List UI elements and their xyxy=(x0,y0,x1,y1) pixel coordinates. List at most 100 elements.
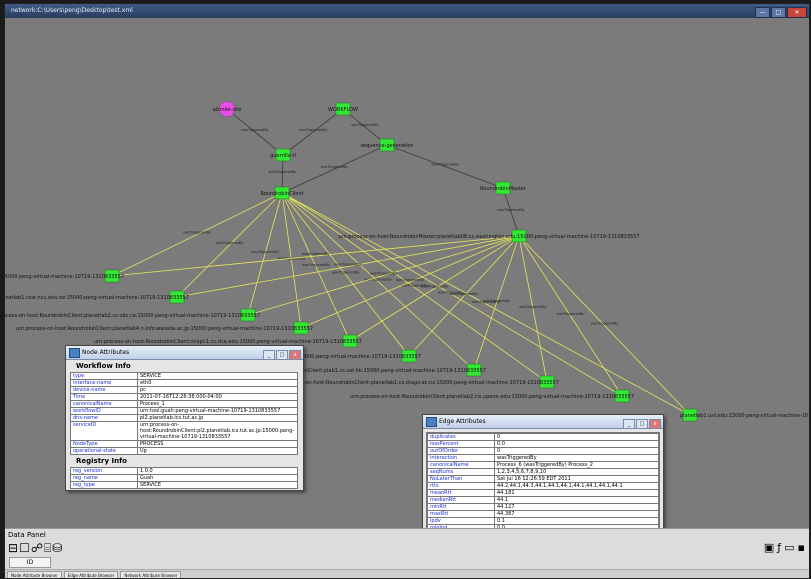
graph-edge[interactable] xyxy=(226,108,284,156)
tab-node-attribute-browser[interactable]: Node Attribute Browser xyxy=(7,571,62,578)
edge-label: wasTriggeredBy xyxy=(299,128,327,132)
attribute-value: 44.127 xyxy=(494,503,659,511)
attribute-row[interactable]: interface-name eth0 xyxy=(70,379,298,387)
graph-edge[interactable] xyxy=(281,144,388,194)
graph-edge[interactable] xyxy=(349,235,520,342)
node-label: WORKFLOW xyxy=(328,107,358,113)
edge-attributes-titlebar[interactable]: Edge Attributes _ □ x xyxy=(423,415,663,429)
attribute-key: interface-name xyxy=(70,379,138,387)
attribute-row[interactable]: outOfOrder 0 xyxy=(427,447,659,455)
attribute-row[interactable]: workflowID urn:tool:guah:peng-virtual-mac… xyxy=(70,407,298,415)
attribute-key: interaction xyxy=(427,454,495,462)
node-label: sequence-generation xyxy=(360,143,413,149)
tab-edge-attribute-browser[interactable]: Edge Attribute Browser xyxy=(63,571,119,578)
dialog-maximize-button[interactable]: □ xyxy=(636,419,648,429)
attribute-row[interactable]: reg_name Guah xyxy=(70,474,298,482)
attribute-row[interactable]: reg_version 1.0.0 xyxy=(70,467,298,475)
title-bar: network:C:\Users\peng\Desktop\test.xml —… xyxy=(5,4,809,18)
attribute-row[interactable]: meanRtt 44.181 xyxy=(427,489,659,497)
dialog-minimize-button[interactable]: _ xyxy=(263,350,275,360)
attribute-key: medianRtt xyxy=(427,496,495,504)
attribute-row[interactable]: ipdv 0.1 xyxy=(427,517,659,525)
graph-edge[interactable] xyxy=(282,108,344,156)
edge-attributes-title: Edge Attributes xyxy=(439,418,486,425)
graph-edge[interactable] xyxy=(502,187,520,237)
attribute-value: PROCESS xyxy=(137,440,298,448)
edge-label: wasTriggeredBy xyxy=(450,292,478,296)
select-icon[interactable]: ☐ xyxy=(19,541,30,555)
node-label: urn:process-on-host:RoundrobinClient:pla… xyxy=(5,313,260,319)
attribute-row[interactable]: minRtt 44.127 xyxy=(427,503,659,511)
attribute-row[interactable]: interaction wasTriggeredBy xyxy=(427,454,659,462)
attribute-value: 0 xyxy=(494,447,659,455)
minimize-button[interactable]: — xyxy=(755,7,770,18)
edge-label: wasTriggeredBy xyxy=(370,272,398,276)
close-button[interactable]: ✕ xyxy=(787,7,807,18)
attribute-row[interactable]: serviceID urn:process-on-host:RoundrobinC… xyxy=(70,421,298,441)
attribute-key: canonicalName xyxy=(427,461,495,469)
attribute-row[interactable]: maxRtt 44.387 xyxy=(427,510,659,518)
graph-edge[interactable] xyxy=(386,144,504,189)
attribute-row[interactable]: canonicalName Process_6 (wasTriggeredBy) … xyxy=(427,461,659,469)
attribute-row[interactable]: Time 2011-07-16T12:26:38.000-04:00 xyxy=(70,393,298,401)
attribute-key: NodeType xyxy=(70,440,138,448)
tab-network-attribute-browser[interactable]: Network Attribute Browser xyxy=(120,571,182,578)
dialog-close-button[interactable]: x xyxy=(289,350,301,360)
network-canvas[interactable]: wasTriggeredBy wasTriggeredBy wasTriggered… xyxy=(5,18,809,546)
attribute-key: serviceID xyxy=(70,421,138,441)
edge-label: wasTriggeredBy xyxy=(421,285,449,289)
graph-edge[interactable] xyxy=(247,192,283,316)
dialog-maximize-button[interactable]: □ xyxy=(276,350,288,360)
registry-info-heading: Registry Info xyxy=(76,457,127,465)
attribute-value: wasTriggeredBy xyxy=(494,454,659,462)
edge-label: wasTriggeredBy xyxy=(251,250,279,254)
maximize-button[interactable]: □ xyxy=(771,7,786,18)
attribute-row[interactable]: type SERVICE xyxy=(70,372,298,380)
attribute-row[interactable]: operational-state Up xyxy=(70,447,298,455)
attribute-row[interactable]: duplicates 0 xyxy=(427,433,659,441)
attribute-value: 44.181 xyxy=(494,489,659,497)
attribute-value: 44.387 xyxy=(494,510,659,518)
attribute-value: pc xyxy=(137,386,298,394)
attribute-row[interactable]: dns-name pl2.planetlab.ics.tut.ac.jp xyxy=(70,414,298,422)
attribute-row[interactable]: medianRtt 44.1 xyxy=(427,496,659,504)
panel-icon[interactable]: ▪ xyxy=(798,541,805,554)
attribute-value: urn:tool:guah:peng-virtual-machine-10719… xyxy=(137,407,298,415)
columns-icon[interactable]: ⌸ xyxy=(44,541,51,555)
attribute-row[interactable]: canonicalName Process_1 xyxy=(70,400,298,408)
attribute-key: meanRtt xyxy=(427,489,495,497)
folder-icon[interactable]: ▭ xyxy=(784,541,794,554)
graph-edge[interactable] xyxy=(300,235,520,329)
attribute-key: ipdv xyxy=(427,517,495,525)
network-icon[interactable]: ☍ xyxy=(31,541,43,555)
attribute-key: Time xyxy=(70,393,138,401)
function-icon[interactable]: ƒ xyxy=(777,541,781,554)
database-icon[interactable]: ⛁ xyxy=(52,541,62,555)
app-window: network:C:\Users\peng\Desktop\test.xml —… xyxy=(4,3,810,579)
dialog-icon xyxy=(426,417,437,427)
node-label: planetlab1.unl.edu:15000:peng-virtual-ma… xyxy=(680,413,809,419)
attribute-row[interactable]: device-name pc xyxy=(70,386,298,394)
attribute-key: reg_version xyxy=(70,467,138,475)
image-icon[interactable]: ▣ xyxy=(764,541,774,554)
table-icon[interactable]: ⊟ xyxy=(8,541,18,555)
column-header-id[interactable]: ID xyxy=(9,557,51,568)
workflow-info-heading: Workflow Info xyxy=(76,362,131,370)
node-attributes-titlebar[interactable]: Node Attributes _ □ x xyxy=(66,346,303,360)
attribute-row[interactable]: seqNums 1,2,3,4,5,6,7,8,9,10 xyxy=(427,468,659,476)
graph-edge[interactable] xyxy=(408,235,520,357)
attribute-key: maxRtt xyxy=(427,510,495,518)
graph-edge[interactable] xyxy=(111,235,520,277)
data-panel: Data Panel ⊟☐☍⌸⛁ ID ▣ ƒ ▭ ▪ Node Attribute … xyxy=(5,528,809,578)
attribute-row[interactable]: lossPercent 0.0 xyxy=(427,440,659,448)
attribute-row[interactable]: rtts 44.2,44.1,44.3,44.1,44.1,44.1,44.1,4… xyxy=(427,482,659,490)
dialog-minimize-button[interactable]: _ xyxy=(623,419,635,429)
edge-label: wasTriggeredBy xyxy=(302,263,330,267)
attribute-row[interactable]: reg_type SERVICE xyxy=(70,481,298,489)
node-attributes-title: Node Attributes xyxy=(82,349,130,356)
attribute-row[interactable]: NodeType PROCESS xyxy=(70,440,298,448)
attribute-row[interactable]: NoLaterThan Sat Jul 16 12:26:59 EDT 2011 xyxy=(427,475,659,483)
graph-edge[interactable] xyxy=(176,235,520,298)
dialog-close-button[interactable]: x xyxy=(649,419,661,429)
graph-edge[interactable] xyxy=(111,192,283,277)
